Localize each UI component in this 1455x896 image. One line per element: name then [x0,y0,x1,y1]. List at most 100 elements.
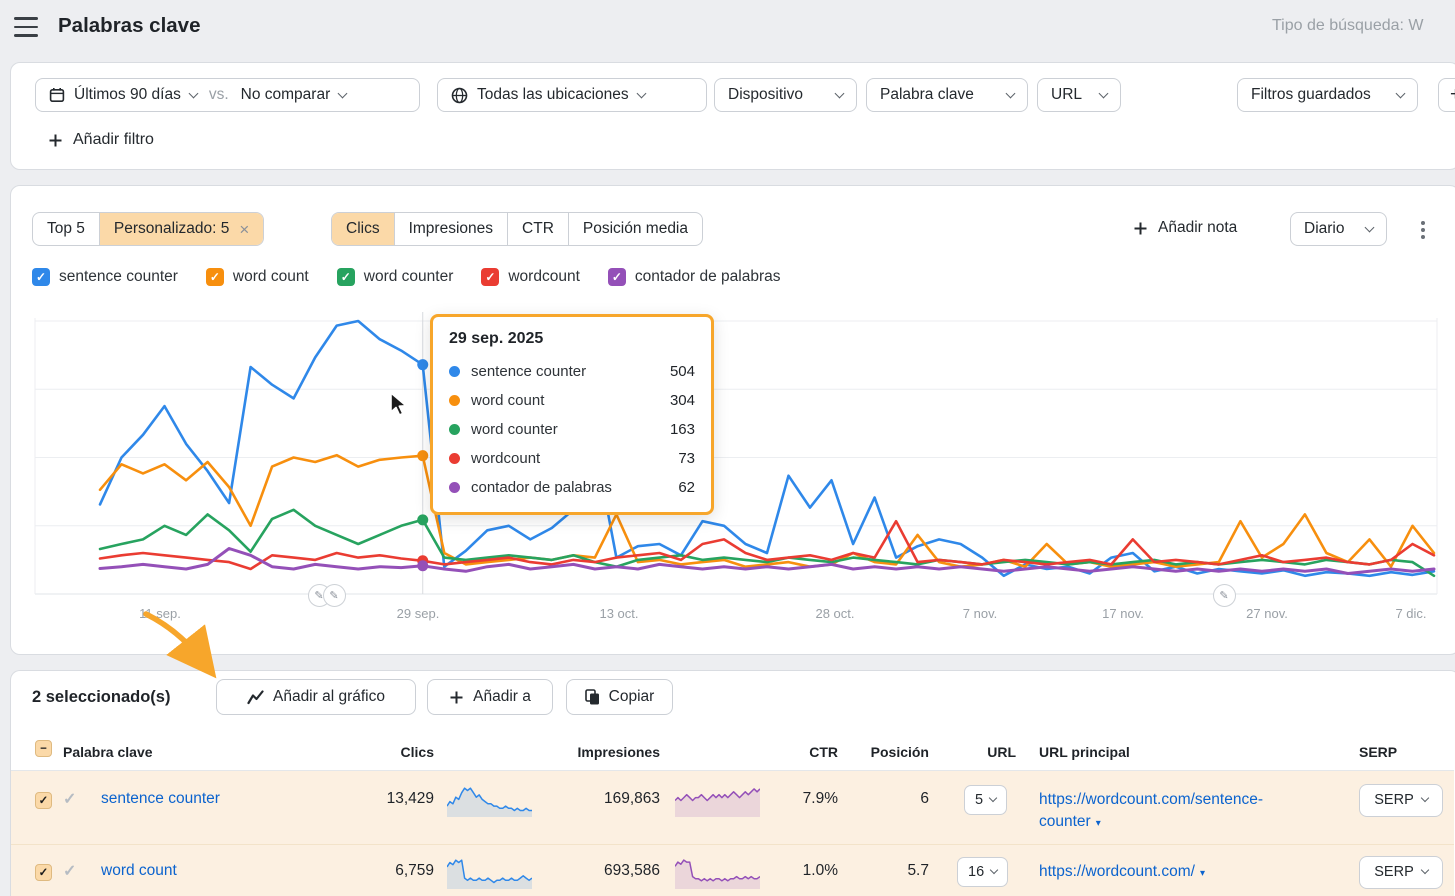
note-pencil-icon[interactable]: ✎ [1213,584,1236,607]
tab-personalizado-5[interactable]: Personalizado: 5× [99,213,263,245]
tab-label: CTR [522,220,554,238]
tooltip-date: 29 sep. 2025 [449,330,695,348]
x-tick-label: 27 nov. [1246,606,1288,621]
clicks-value: 6,759 [314,862,434,880]
legend-item-sentence-counter[interactable]: ✓sentence counter [32,268,178,286]
series-line-sentence-counter [100,321,1434,576]
metric-tab-clics[interactable]: Clics [332,213,394,245]
legend-item-contador-de-palabras[interactable]: ✓ contador de palabras [608,268,781,286]
note-pencil-icon[interactable]: ✎ [323,584,346,607]
tooltip-series-value: 304 [670,392,695,409]
legend-item-wordcount[interactable]: ✓ wordcount [481,268,580,286]
caret-down-icon[interactable]: ▾ [1096,818,1101,829]
series-label: wordcount [508,268,580,286]
col-header-main-url[interactable]: URL principal [1039,744,1130,760]
series-dot-icon [449,366,460,377]
main-url-link[interactable]: https://wordcount.com/sentence-counter▾ [1039,789,1309,835]
legend-item-word-counter[interactable]: ✓word counter [337,268,454,286]
tooltip-series-name: contador de palabras [471,479,667,496]
location-label: Todas las ubicaciones [477,86,629,104]
keyword-filter-label: Palabra clave [880,86,974,104]
view-tabs: Top 5 Personalizado: 5× [32,212,264,246]
chevron-down-icon [636,88,646,98]
saved-filters-button[interactable]: Filtros guardados [1237,78,1418,112]
chevron-down-icon [835,88,845,98]
serp-button[interactable]: SERP [1359,784,1443,817]
x-tick-label: 28 oct. [815,606,854,621]
add-saved-filter-button[interactable]: + [1438,78,1455,112]
impressions-sparkline [675,854,760,894]
series-checkbox[interactable]: ✓ [206,268,224,286]
chevron-down-icon [989,794,997,802]
add-filter-button[interactable]: Añadir filtro [48,131,154,149]
plus-icon [1133,221,1148,236]
url-count-dropdown[interactable]: 5 [964,785,1007,815]
hover-dot-sentence-counter [417,359,428,370]
caret-down-icon[interactable]: ▾ [1200,868,1205,879]
serp-button[interactable]: SERP [1359,856,1443,889]
ctr-value: 7.9% [758,790,838,808]
col-header-keyword[interactable]: Palabra clave [63,744,153,760]
col-header-url[interactable]: URL [936,744,1016,760]
menu-icon[interactable] [14,17,38,37]
kebab-menu-icon[interactable] [1412,216,1434,244]
chart-legend: ✓sentence counter ✓word count ✓word counte… [32,268,781,286]
col-header-position[interactable]: Posición [849,744,929,760]
chevron-down-icon [1365,222,1375,232]
keyword-link[interactable]: sentence counter [101,790,220,808]
globe-icon [451,87,468,104]
x-tick-label: 7 nov. [963,606,997,621]
tab-top-5[interactable]: Top 5 [33,213,99,245]
select-all-checkbox[interactable]: − [35,740,52,757]
series-checkbox[interactable]: ✓ [337,268,355,286]
col-header-clicks[interactable]: Clics [334,744,434,760]
col-header-ctr[interactable]: CTR [758,744,838,760]
copy-icon [585,689,600,705]
series-dot-icon [449,482,460,493]
add-to-button[interactable]: Añadir a [427,679,553,715]
chevron-down-icon [338,88,348,98]
col-header-serp[interactable]: SERP [1359,744,1397,760]
tab-label: Posición media [583,220,688,238]
app-root: Palabras clave Tipo de búsqueda: W Últim… [0,0,1455,896]
metric-tab-posici-n-media[interactable]: Posición media [568,213,702,245]
tooltip-row-word-count: word count304 [449,386,695,415]
date-range-dropdown[interactable]: Últimos 90 días [74,86,181,104]
row-checkbox[interactable]: ✓ [35,864,52,881]
tooltip-row-sentence-counter: sentence counter504 [449,357,695,386]
position-value: 6 [849,790,929,808]
chevron-down-icon [1099,88,1109,98]
x-tick-label: 29 sep. [397,606,440,621]
series-checkbox[interactable]: ✓ [32,268,50,286]
metric-tab-impresiones[interactable]: Impresiones [394,213,507,245]
close-icon[interactable]: × [239,221,249,238]
granularity-dropdown[interactable]: Diario [1290,212,1387,246]
device-filter[interactable]: Dispositivo [714,78,857,112]
main-url-link[interactable]: https://wordcount.com/▾ [1039,861,1309,885]
tab-label: Top 5 [47,220,85,238]
table-row-word-count[interactable]: ✓✓word count6,759693,5861.0%5.716https:/… [11,844,1454,896]
series-checkbox[interactable]: ✓ [481,268,499,286]
legend-item-word-count[interactable]: ✓word count [206,268,309,286]
metric-tab-ctr[interactable]: CTR [507,213,568,245]
series-dot-icon [449,395,460,406]
add-to-chart-button[interactable]: Añadir al gráfico [216,679,416,715]
add-note-button[interactable]: Añadir nota [1133,219,1237,237]
series-checkbox[interactable]: ✓ [608,268,626,286]
row-checkbox[interactable]: ✓ [35,792,52,809]
impressions-value: 693,586 [540,862,660,880]
location-filter[interactable]: Todas las ubicaciones [437,78,707,112]
url-filter[interactable]: URL [1037,78,1121,112]
table-row-sentence-counter[interactable]: ✓✓sentence counter13,429169,8637.9%65htt… [11,771,1454,844]
copy-button[interactable]: Copiar [566,679,673,715]
keyword-filter[interactable]: Palabra clave [866,78,1028,112]
col-header-impressions[interactable]: Impresiones [540,744,660,760]
line-chart[interactable] [0,300,1455,600]
date-compare-filter[interactable]: Últimos 90 días vs. No comparar [35,78,420,112]
compare-dropdown[interactable]: No comparar [241,86,331,104]
url-count-dropdown[interactable]: 16 [957,857,1008,887]
ctr-value: 1.0% [758,862,838,880]
tracked-check-icon: ✓ [63,789,76,809]
series-label: contador de palabras [635,268,781,286]
keyword-link[interactable]: word count [101,862,177,880]
